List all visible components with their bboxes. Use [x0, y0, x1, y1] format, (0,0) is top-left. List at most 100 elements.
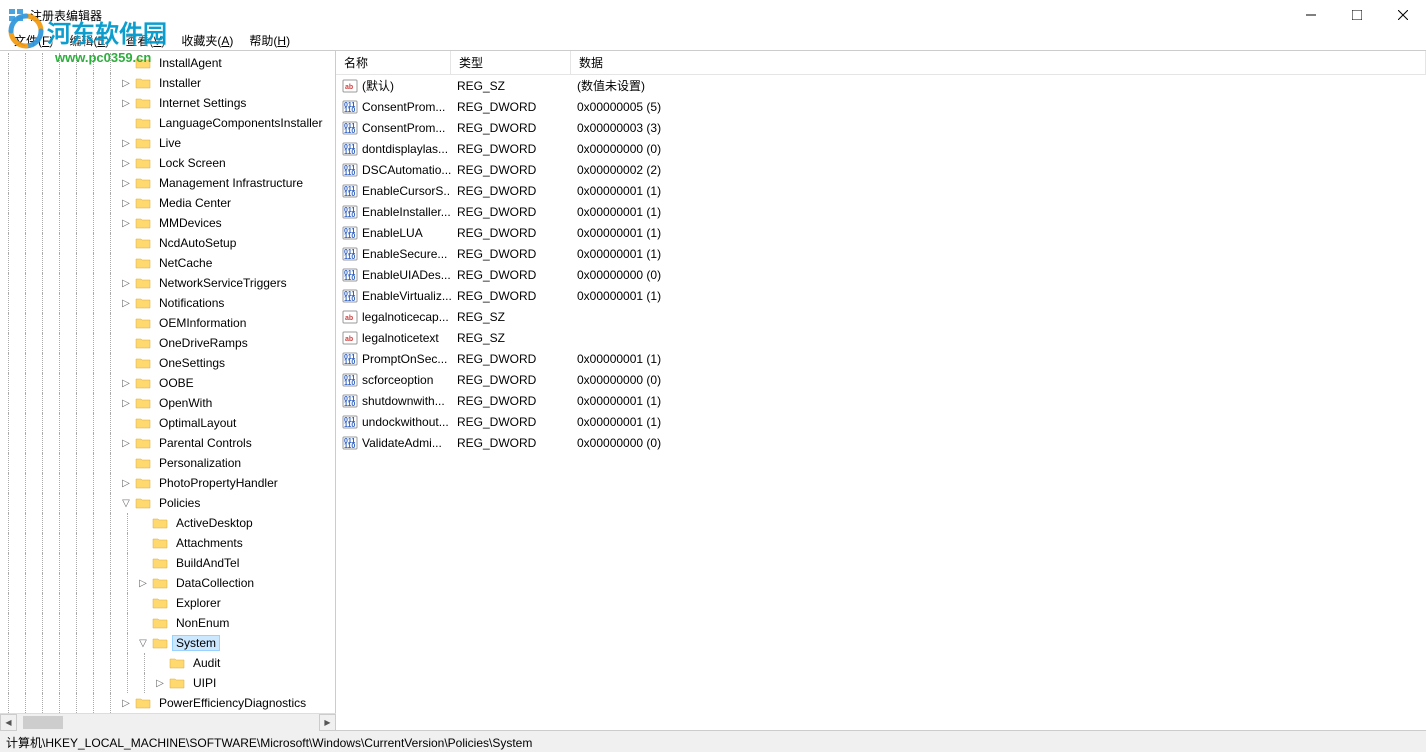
tree-item-notifications[interactable]: ▷Notifications	[0, 293, 335, 313]
tree-item-onesettings[interactable]: ▷OneSettings	[0, 353, 335, 373]
column-type[interactable]: 类型	[451, 51, 571, 75]
expand-icon[interactable]: ▷	[119, 698, 133, 709]
tree-item-explorer[interactable]: ▷Explorer	[0, 593, 335, 613]
list-pane: 名称 类型 数据 ab(默认)REG_SZ(数值未设置)011110Consen…	[336, 51, 1426, 730]
expand-icon[interactable]: ▷	[119, 478, 133, 489]
scroll-thumb[interactable]	[23, 716, 63, 729]
value-row[interactable]: 011110ConsentProm...REG_DWORD0x00000005 …	[336, 96, 1426, 117]
value-row[interactable]: 011110shutdownwith...REG_DWORD0x00000001…	[336, 390, 1426, 411]
minimize-button[interactable]	[1288, 0, 1334, 30]
expand-icon[interactable]: ▷	[119, 398, 133, 409]
value-row[interactable]: 011110ConsentProm...REG_DWORD0x00000003 …	[336, 117, 1426, 138]
dword-icon: 011110	[342, 393, 358, 409]
expand-icon[interactable]: ▷	[119, 438, 133, 449]
tree-pane[interactable]: ▷InstallAgent▷Installer▷Internet Setting…	[0, 51, 336, 730]
svg-text:110: 110	[344, 380, 355, 387]
value-row[interactable]: 011110PromptOnSec...REG_DWORD0x00000001 …	[336, 348, 1426, 369]
value-row[interactable]: ab(默认)REG_SZ(数值未设置)	[336, 75, 1426, 96]
tree-item-audit[interactable]: ▷Audit	[0, 653, 335, 673]
tree-item-openwith[interactable]: ▷OpenWith	[0, 393, 335, 413]
value-row[interactable]: 011110EnableInstaller...REG_DWORD0x00000…	[336, 201, 1426, 222]
tree-item-photopropertyhandler[interactable]: ▷PhotoPropertyHandler	[0, 473, 335, 493]
expand-icon[interactable]: ▷	[119, 78, 133, 89]
tree-item-attachments[interactable]: ▷Attachments	[0, 533, 335, 553]
tree-label: System	[172, 635, 220, 651]
value-data	[571, 315, 1426, 319]
expand-icon[interactable]: ▷	[136, 578, 150, 589]
tree-item-parental-controls[interactable]: ▷Parental Controls	[0, 433, 335, 453]
tree-item-installagent[interactable]: ▷InstallAgent	[0, 53, 335, 73]
value-row[interactable]: 011110ValidateAdmi...REG_DWORD0x00000000…	[336, 432, 1426, 453]
tree-item-media-center[interactable]: ▷Media Center	[0, 193, 335, 213]
tree-item-live[interactable]: ▷Live	[0, 133, 335, 153]
value-row[interactable]: 011110EnableLUAREG_DWORD0x00000001 (1)	[336, 222, 1426, 243]
tree-item-datacollection[interactable]: ▷DataCollection	[0, 573, 335, 593]
value-row[interactable]: 011110undockwithout...REG_DWORD0x0000000…	[336, 411, 1426, 432]
value-row[interactable]: 011110EnableSecure...REG_DWORD0x00000001…	[336, 243, 1426, 264]
collapse-icon[interactable]: ▽	[136, 638, 150, 649]
tree-label: BuildAndTel	[172, 555, 243, 571]
value-row[interactable]: 011110EnableVirtualiz...REG_DWORD0x00000…	[336, 285, 1426, 306]
tree-item-policies[interactable]: ▽Policies	[0, 493, 335, 513]
menu-v[interactable]: 查看(V)	[117, 30, 173, 51]
tree-item-nonenum[interactable]: ▷NonEnum	[0, 613, 335, 633]
tree-item-oobe[interactable]: ▷OOBE	[0, 373, 335, 393]
tree-item-activedesktop[interactable]: ▷ActiveDesktop	[0, 513, 335, 533]
svg-text:110: 110	[344, 191, 355, 198]
tree-item-oeminformation[interactable]: ▷OEMInformation	[0, 313, 335, 333]
value-row[interactable]: 011110scforceoptionREG_DWORD0x00000000 (…	[336, 369, 1426, 390]
folder-icon	[135, 156, 151, 170]
tree-hscroll[interactable]: ◀ ▶	[0, 713, 336, 730]
tree-item-languagecomponentsinstaller[interactable]: ▷LanguageComponentsInstaller	[0, 113, 335, 133]
svg-text:110: 110	[344, 170, 355, 177]
tree-item-uipi[interactable]: ▷UIPI	[0, 673, 335, 693]
menu-e[interactable]: 编辑(E)	[61, 30, 117, 51]
close-button[interactable]	[1380, 0, 1426, 30]
expand-icon[interactable]: ▷	[119, 218, 133, 229]
value-data: (数值未设置)	[571, 75, 1426, 96]
expand-icon[interactable]: ▷	[119, 298, 133, 309]
tree-item-powerefficiencydiagnostics[interactable]: ▷PowerEfficiencyDiagnostics	[0, 693, 335, 713]
tree-item-internet-settings[interactable]: ▷Internet Settings	[0, 93, 335, 113]
column-name[interactable]: 名称	[336, 51, 451, 75]
value-row[interactable]: 011110EnableCursorS...REG_DWORD0x0000000…	[336, 180, 1426, 201]
menu-h[interactable]: 帮助(H)	[241, 30, 298, 51]
tree-item-system[interactable]: ▽ System	[0, 633, 335, 653]
tree-label: OneDriveRamps	[155, 335, 252, 351]
tree-item-optimallayout[interactable]: ▷OptimalLayout	[0, 413, 335, 433]
menu-a[interactable]: 收藏夹(A)	[173, 30, 241, 51]
column-data[interactable]: 数据	[571, 51, 1426, 75]
list-body[interactable]: ab(默认)REG_SZ(数值未设置)011110ConsentProm...R…	[336, 75, 1426, 730]
expand-icon[interactable]: ▷	[119, 138, 133, 149]
tree-item-mmdevices[interactable]: ▷MMDevices	[0, 213, 335, 233]
value-row[interactable]: 011110EnableUIADes...REG_DWORD0x00000000…	[336, 264, 1426, 285]
tree-item-lock-screen[interactable]: ▷Lock Screen	[0, 153, 335, 173]
collapse-icon[interactable]: ▽	[119, 498, 133, 509]
expand-icon[interactable]: ▷	[153, 678, 167, 689]
value-row[interactable]: ablegalnoticetextREG_SZ	[336, 327, 1426, 348]
tree-item-installer[interactable]: ▷Installer	[0, 73, 335, 93]
expand-icon[interactable]: ▷	[119, 198, 133, 209]
expand-icon[interactable]: ▷	[119, 378, 133, 389]
folder-icon	[135, 296, 151, 310]
scroll-left-button[interactable]: ◀	[0, 714, 17, 731]
folder-icon	[152, 556, 168, 570]
value-name: shutdownwith...	[362, 394, 445, 408]
expand-icon[interactable]: ▷	[119, 178, 133, 189]
tree-item-buildandtel[interactable]: ▷BuildAndTel	[0, 553, 335, 573]
tree-item-personalization[interactable]: ▷Personalization	[0, 453, 335, 473]
value-row[interactable]: ablegalnoticecap...REG_SZ	[336, 306, 1426, 327]
expand-icon[interactable]: ▷	[119, 98, 133, 109]
expand-icon[interactable]: ▷	[119, 158, 133, 169]
value-row[interactable]: 011110DSCAutomatio...REG_DWORD0x00000002…	[336, 159, 1426, 180]
tree-item-netcache[interactable]: ▷NetCache	[0, 253, 335, 273]
tree-item-management-infrastructure[interactable]: ▷Management Infrastructure	[0, 173, 335, 193]
tree-item-networkservicetriggers[interactable]: ▷NetworkServiceTriggers	[0, 273, 335, 293]
menu-f[interactable]: 文件(F)	[6, 30, 61, 51]
tree-item-onedriveramps[interactable]: ▷OneDriveRamps	[0, 333, 335, 353]
maximize-button[interactable]	[1334, 0, 1380, 30]
expand-icon[interactable]: ▷	[119, 278, 133, 289]
scroll-right-button[interactable]: ▶	[319, 714, 336, 731]
tree-item-ncdautosetup[interactable]: ▷NcdAutoSetup	[0, 233, 335, 253]
value-row[interactable]: 011110dontdisplaylas...REG_DWORD0x000000…	[336, 138, 1426, 159]
